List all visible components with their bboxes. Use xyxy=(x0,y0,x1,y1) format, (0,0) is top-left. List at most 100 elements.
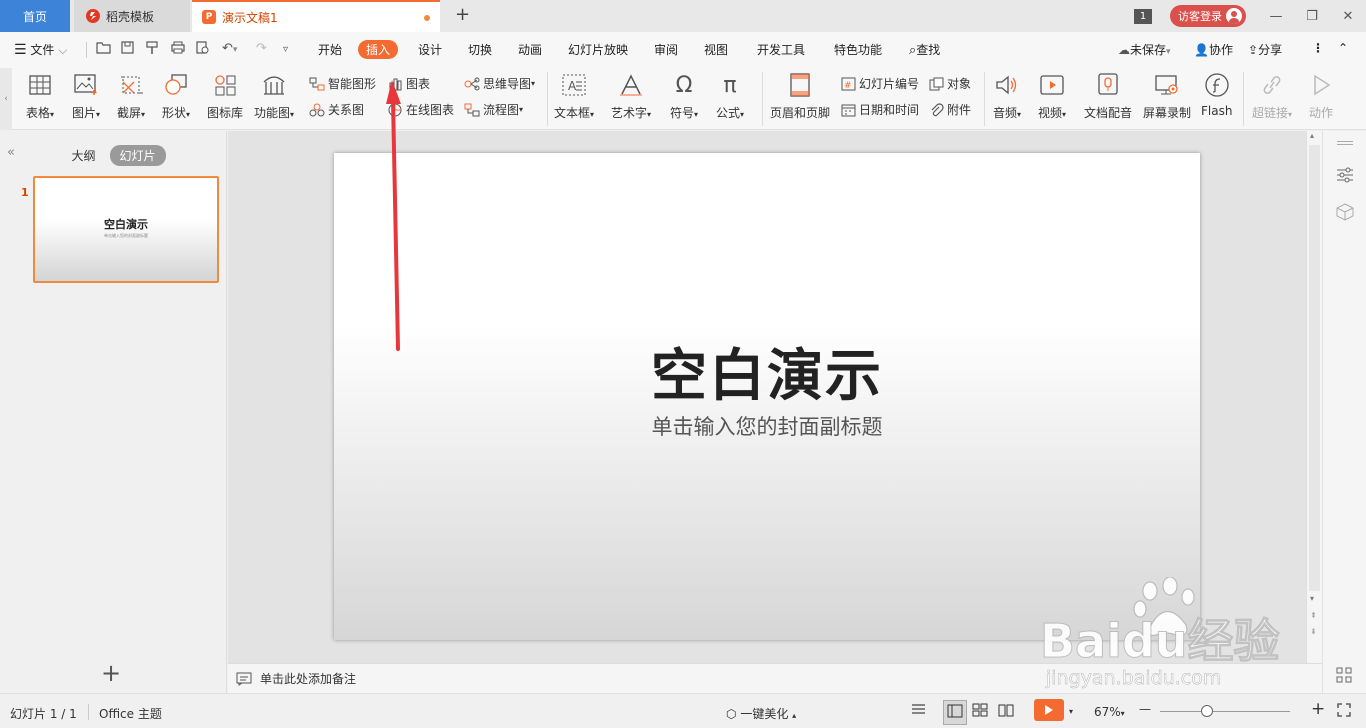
function-chart-button[interactable]: 功能图▾ xyxy=(254,68,294,121)
play-options-caret-icon[interactable]: ▾ xyxy=(1069,707,1073,716)
screen-record-button[interactable]: 屏幕录制 xyxy=(1143,68,1191,121)
grid-apps-icon[interactable] xyxy=(1336,667,1352,686)
smartart-button[interactable]: 智能图形 xyxy=(309,75,376,92)
window-count-badge[interactable]: 1 xyxy=(1134,8,1152,24)
hyperlink-button[interactable]: 超链接▾ xyxy=(1252,68,1292,121)
one-click-beautify-button[interactable]: ⬡ 一键美化 ▴ xyxy=(726,705,796,722)
restore-button[interactable]: ❐ xyxy=(1294,9,1330,24)
picture-button[interactable]: 图片▾ xyxy=(72,68,100,121)
print-preview-icon[interactable] xyxy=(196,41,210,59)
tab-presentation1[interactable]: P 演示文稿1 xyxy=(192,0,440,32)
zoom-out-button[interactable]: — xyxy=(1139,702,1151,716)
tab-slides[interactable]: 幻灯片 xyxy=(109,145,166,166)
minimize-button[interactable]: — xyxy=(1258,9,1294,24)
cube-icon[interactable] xyxy=(1336,203,1354,224)
notes-toggle-icon[interactable] xyxy=(911,703,929,720)
close-button[interactable]: ✕ xyxy=(1330,9,1366,24)
tab-outline[interactable]: 大纲 xyxy=(61,145,105,166)
panel-handle-icon[interactable] xyxy=(1337,141,1353,145)
menu-start[interactable]: 开始 xyxy=(318,41,342,58)
quick-access-more-icon[interactable]: ▿ xyxy=(283,44,288,55)
theme-name[interactable]: Office 主题 xyxy=(99,705,162,722)
menu-features[interactable]: 特色功能 xyxy=(834,41,882,58)
collaborate-button[interactable]: 👤协作 xyxy=(1194,41,1233,58)
vertical-scrollbar[interactable]: ▴ ▾ ⇞ ⇟ xyxy=(1306,131,1322,663)
open-folder-icon[interactable] xyxy=(96,41,111,58)
file-menu[interactable]: ☰ 文件 ⌵ xyxy=(14,41,67,58)
menu-design[interactable]: 设计 xyxy=(418,41,442,58)
mindmap-button[interactable]: 思维导图 ▾ xyxy=(464,75,535,92)
menu-slideshow[interactable]: 幻灯片放映 xyxy=(568,41,628,58)
redo-icon[interactable]: ↷ xyxy=(256,41,267,56)
slide-subtitle[interactable]: 单击输入您的封面副标题 xyxy=(334,411,1200,441)
share-button[interactable]: ⇪分享 xyxy=(1248,41,1282,58)
guest-login-button[interactable]: 访客登录 xyxy=(1170,5,1246,27)
textbox-button[interactable]: A 文本框▾ xyxy=(554,68,594,121)
print-icon[interactable] xyxy=(171,41,185,58)
slide-canvas[interactable]: 空白演示 单击输入您的封面副标题 xyxy=(334,153,1200,640)
zoom-level[interactable]: 67%▾ xyxy=(1094,705,1125,719)
formula-button[interactable]: π 公式▾ xyxy=(716,68,744,121)
textbox-label: 文本框▾ xyxy=(554,106,595,120)
undo-icon[interactable]: ↶▾ xyxy=(222,41,237,56)
more-options-icon[interactable]: ⋮ xyxy=(1312,41,1324,55)
scroll-up-icon[interactable]: ▴ xyxy=(1310,131,1314,140)
scroll-down-icon[interactable]: ▾ xyxy=(1310,594,1314,603)
format-painter-icon[interactable] xyxy=(146,41,158,59)
menu-view[interactable]: 视图 xyxy=(704,41,728,58)
menu-animation[interactable]: 动画 xyxy=(518,41,542,58)
fit-window-icon[interactable] xyxy=(1337,703,1351,720)
new-tab-button[interactable]: + xyxy=(455,4,470,25)
audio-button[interactable]: 音频▾ xyxy=(993,68,1021,121)
date-time-button[interactable]: 日期和时间 xyxy=(841,101,919,118)
scrollbar-thumb[interactable] xyxy=(1309,145,1320,591)
cloud-icon: ☁ xyxy=(1118,43,1130,57)
settings-sliders-icon[interactable] xyxy=(1336,167,1354,186)
object-button[interactable]: 对象 xyxy=(929,75,971,92)
wordart-button[interactable]: 艺术字▾ xyxy=(611,68,651,121)
online-chart-button[interactable]: 在线图表 xyxy=(388,101,454,118)
menu-insert[interactable]: 插入 xyxy=(358,40,399,59)
shape-button[interactable]: 形状▾ xyxy=(162,68,190,121)
zoom-in-button[interactable]: + xyxy=(1311,699,1325,719)
voiceover-button[interactable]: 文档配音 xyxy=(1084,68,1132,121)
normal-view-button[interactable] xyxy=(943,700,967,725)
ribbon-scroll-left-icon[interactable]: ‹ xyxy=(0,68,12,130)
icon-library-button[interactable]: 图标库 xyxy=(207,68,243,121)
search-button[interactable]: ⌕查找 xyxy=(909,41,940,58)
attachment-button[interactable]: 附件 xyxy=(929,101,971,118)
menu-review[interactable]: 审阅 xyxy=(654,41,678,58)
slide-sorter-button[interactable] xyxy=(972,703,988,720)
play-slideshow-button[interactable] xyxy=(1034,699,1064,721)
relation-chart-button[interactable]: 关系图 xyxy=(309,101,364,118)
collapse-ribbon-icon[interactable]: ⌃ xyxy=(1338,41,1348,55)
add-slide-button[interactable]: + xyxy=(101,661,121,685)
chart-button[interactable]: 图表 xyxy=(388,75,430,92)
action-button[interactable]: 动作 xyxy=(1309,68,1333,121)
slide-thumbnail[interactable]: 空白演示 单击输入您的封面副标题 xyxy=(33,176,219,283)
notes-area[interactable]: 单击此处添加备注 xyxy=(228,663,1322,693)
video-button[interactable]: 视频▾ xyxy=(1038,68,1066,121)
table-button[interactable]: 表格▾ xyxy=(26,68,54,121)
hamburger-icon: ☰ xyxy=(14,42,27,58)
menu-transition[interactable]: 切换 xyxy=(468,41,492,58)
tab-docer-label: 稻壳模板 xyxy=(106,9,155,24)
menu-developer[interactable]: 开发工具 xyxy=(757,41,805,58)
unsaved-status[interactable]: ☁未保存▾ xyxy=(1118,41,1171,58)
function-chart-icon xyxy=(262,73,286,97)
zoom-slider[interactable] xyxy=(1160,711,1290,712)
header-footer-button[interactable]: 页眉和页脚 xyxy=(770,68,830,121)
reading-view-button[interactable] xyxy=(998,703,1014,720)
zoom-slider-thumb[interactable] xyxy=(1201,705,1213,717)
flash-button[interactable]: Flash xyxy=(1201,68,1232,118)
tab-home[interactable]: 首页 xyxy=(0,0,70,32)
slide-number-button[interactable]: # 幻灯片编号 xyxy=(841,75,919,92)
slide-title[interactable]: 空白演示 xyxy=(334,331,1200,412)
symbol-button[interactable]: Ω 符号▾ xyxy=(670,68,698,121)
next-slide-icon[interactable]: ⇟ xyxy=(1310,627,1317,636)
flowchart-button[interactable]: 流程图 ▾ xyxy=(464,101,523,118)
prev-slide-icon[interactable]: ⇞ xyxy=(1310,611,1317,620)
save-icon[interactable] xyxy=(121,41,134,58)
screenshot-button[interactable]: 截屏▾ xyxy=(117,68,145,121)
tab-docer-templates[interactable]: 稻壳模板 xyxy=(74,0,190,32)
